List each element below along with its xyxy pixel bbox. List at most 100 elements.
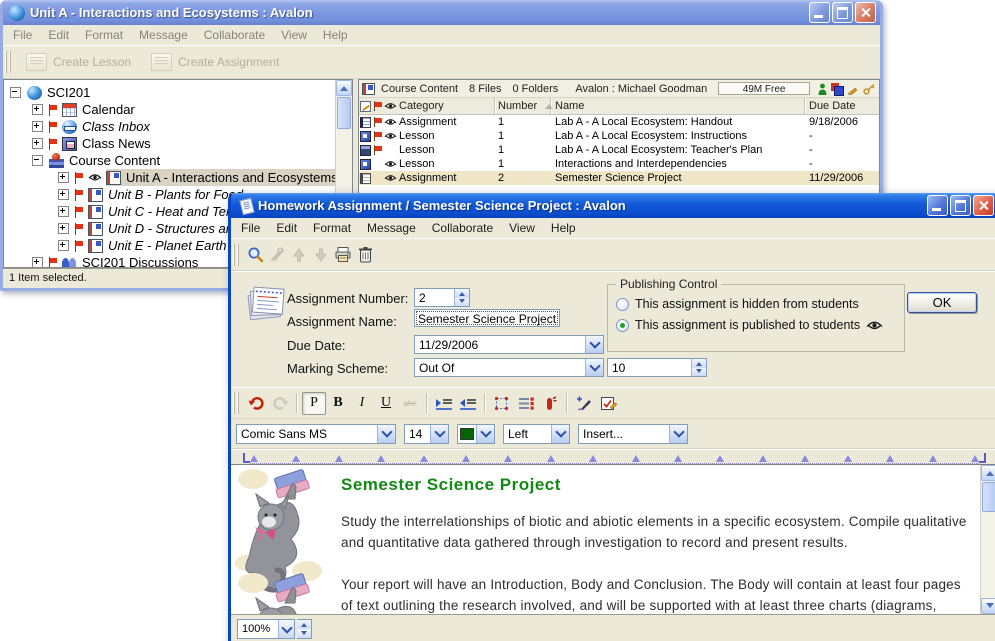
tools-button-disabled[interactable] [266,244,288,266]
dropdown-button[interactable] [551,425,569,443]
stepper-up-button[interactable] [692,359,706,368]
menu-edit[interactable]: Edit [40,26,77,44]
column-name[interactable]: Name [551,98,805,114]
search-button[interactable] [244,244,266,266]
assignment-name-field[interactable]: Semester Science Project [414,309,560,327]
menu-message[interactable]: Message [131,26,196,44]
menu-format[interactable]: Format [77,26,131,44]
create-assignment-button[interactable]: Create Assignment [141,53,289,71]
expand-icon[interactable] [58,223,69,234]
dropdown-button[interactable] [585,359,603,376]
plain-style-button[interactable]: P [302,392,326,415]
undo-button[interactable] [244,392,268,415]
document-text[interactable]: Semester Science Project Study the inter… [331,465,980,614]
flag-column-icon[interactable] [374,101,382,111]
tree-item-calendar[interactable]: Calendar [4,101,352,118]
list-row-semester-project[interactable]: Assignment 2 Semester Science Project 11… [359,171,879,185]
insert-dropdown[interactable]: Insert... [578,424,688,444]
collapse-icon[interactable] [32,155,43,166]
tree-item-sci201[interactable]: SCI201 [4,84,352,101]
select-frame-button[interactable] [490,392,514,415]
eye-column-icon[interactable] [384,102,397,110]
radio-button[interactable] [616,298,629,311]
spacing-button[interactable] [538,392,562,415]
scroll-thumb[interactable] [337,97,351,129]
underline-button[interactable]: U [374,392,398,415]
editor-scrollbar[interactable] [980,465,995,614]
marking-scheme-dropdown[interactable]: Out Of [414,358,604,377]
expand-icon[interactable] [58,189,69,200]
add-signature-button[interactable] [572,392,596,415]
dropdown-button[interactable] [377,425,395,443]
menu-file[interactable]: File [5,26,40,44]
column-number[interactable]: Number [495,98,551,114]
radio-published-option[interactable]: This assignment is published to students [616,318,883,332]
row-settings-button[interactable] [514,392,538,415]
stepper-up-button[interactable] [297,620,311,629]
expand-icon[interactable] [32,121,43,132]
decrease-indent-button[interactable] [456,392,480,415]
ruler[interactable] [231,449,995,464]
tree-item-unit-a[interactable]: Unit A - Interactions and Ecosystems [4,169,352,186]
menu-view[interactable]: View [501,219,543,237]
minimize-button[interactable] [809,2,830,23]
pages-icon[interactable] [831,83,843,94]
menu-collaborate[interactable]: Collaborate [196,26,273,44]
zoom-stepper[interactable] [297,619,312,639]
font-family-dropdown[interactable]: Comic Sans MS [236,424,396,444]
stepper-down-button[interactable] [692,368,706,377]
print-button[interactable] [332,244,354,266]
menu-file[interactable]: File [233,219,268,237]
bold-button[interactable]: B [326,392,350,415]
scroll-up-button[interactable] [336,80,352,96]
dropdown-button[interactable] [430,425,448,443]
user-icon[interactable] [818,83,827,95]
expand-icon[interactable] [32,104,43,115]
scroll-up-button[interactable] [981,465,995,481]
zoom-control[interactable]: 100% [237,619,295,639]
dropdown-button[interactable] [585,336,603,353]
tree-item-class-news[interactable]: Class News [4,135,352,152]
menu-view[interactable]: View [273,26,315,44]
titlebar-homework[interactable]: Homework Assignment / Semester Science P… [231,193,995,218]
column-category[interactable]: Category [397,98,495,114]
toolbar-grip[interactable] [5,51,11,73]
text-color-dropdown[interactable] [457,424,495,444]
menu-format[interactable]: Format [305,219,359,237]
item-type-column-icon[interactable] [360,101,371,112]
minimize-button[interactable] [927,195,948,216]
previous-button-disabled[interactable] [288,244,310,266]
list-row-handout[interactable]: Assignment 1 Lab A - A Local Ecosystem: … [359,115,879,129]
scroll-thumb[interactable] [982,482,995,512]
strikethrough-button-disabled[interactable]: abc [398,392,422,415]
font-size-dropdown[interactable]: 14 [404,424,449,444]
menu-help[interactable]: Help [543,219,584,237]
marking-points-stepper[interactable]: 10 [607,358,707,377]
tree-item-course-content[interactable]: Course Content [4,152,352,169]
list-row-interactions[interactable]: Lesson 1 Interactions and Interdependenc… [359,157,879,171]
editor-content[interactable]: Semester Science Project Study the inter… [231,464,995,614]
approve-button[interactable] [596,392,620,415]
radio-button-selected[interactable] [616,319,629,332]
list-row-instructions[interactable]: Lesson 1 Lab A - A Local Ecosystem: Inst… [359,129,879,143]
list-row-teachers-plan[interactable]: Lesson 1 Lab A - A Local Ecosystem: Teac… [359,143,879,157]
expand-icon[interactable] [58,206,69,217]
toolbar-grip[interactable] [233,244,239,266]
tree-item-class-inbox[interactable]: Class Inbox [4,118,352,135]
collapse-icon[interactable] [10,87,21,98]
stepper-down-button[interactable] [297,629,311,638]
menu-message[interactable]: Message [359,219,424,237]
create-lesson-button[interactable]: Create Lesson [16,53,141,71]
menu-edit[interactable]: Edit [268,219,305,237]
assignment-number-stepper[interactable]: 2 [414,288,470,307]
delete-button[interactable] [354,244,376,266]
scroll-down-button[interactable] [981,598,995,614]
maximize-button[interactable] [950,195,971,216]
expand-icon[interactable] [58,240,69,251]
ok-button[interactable]: OK [907,292,977,313]
radio-hidden-option[interactable]: This assignment is hidden from students [616,297,859,311]
dropdown-button[interactable] [669,425,687,443]
stepper-down-button[interactable] [455,298,469,307]
expand-icon[interactable] [58,172,69,183]
column-due-date[interactable]: Due Date [805,100,879,112]
